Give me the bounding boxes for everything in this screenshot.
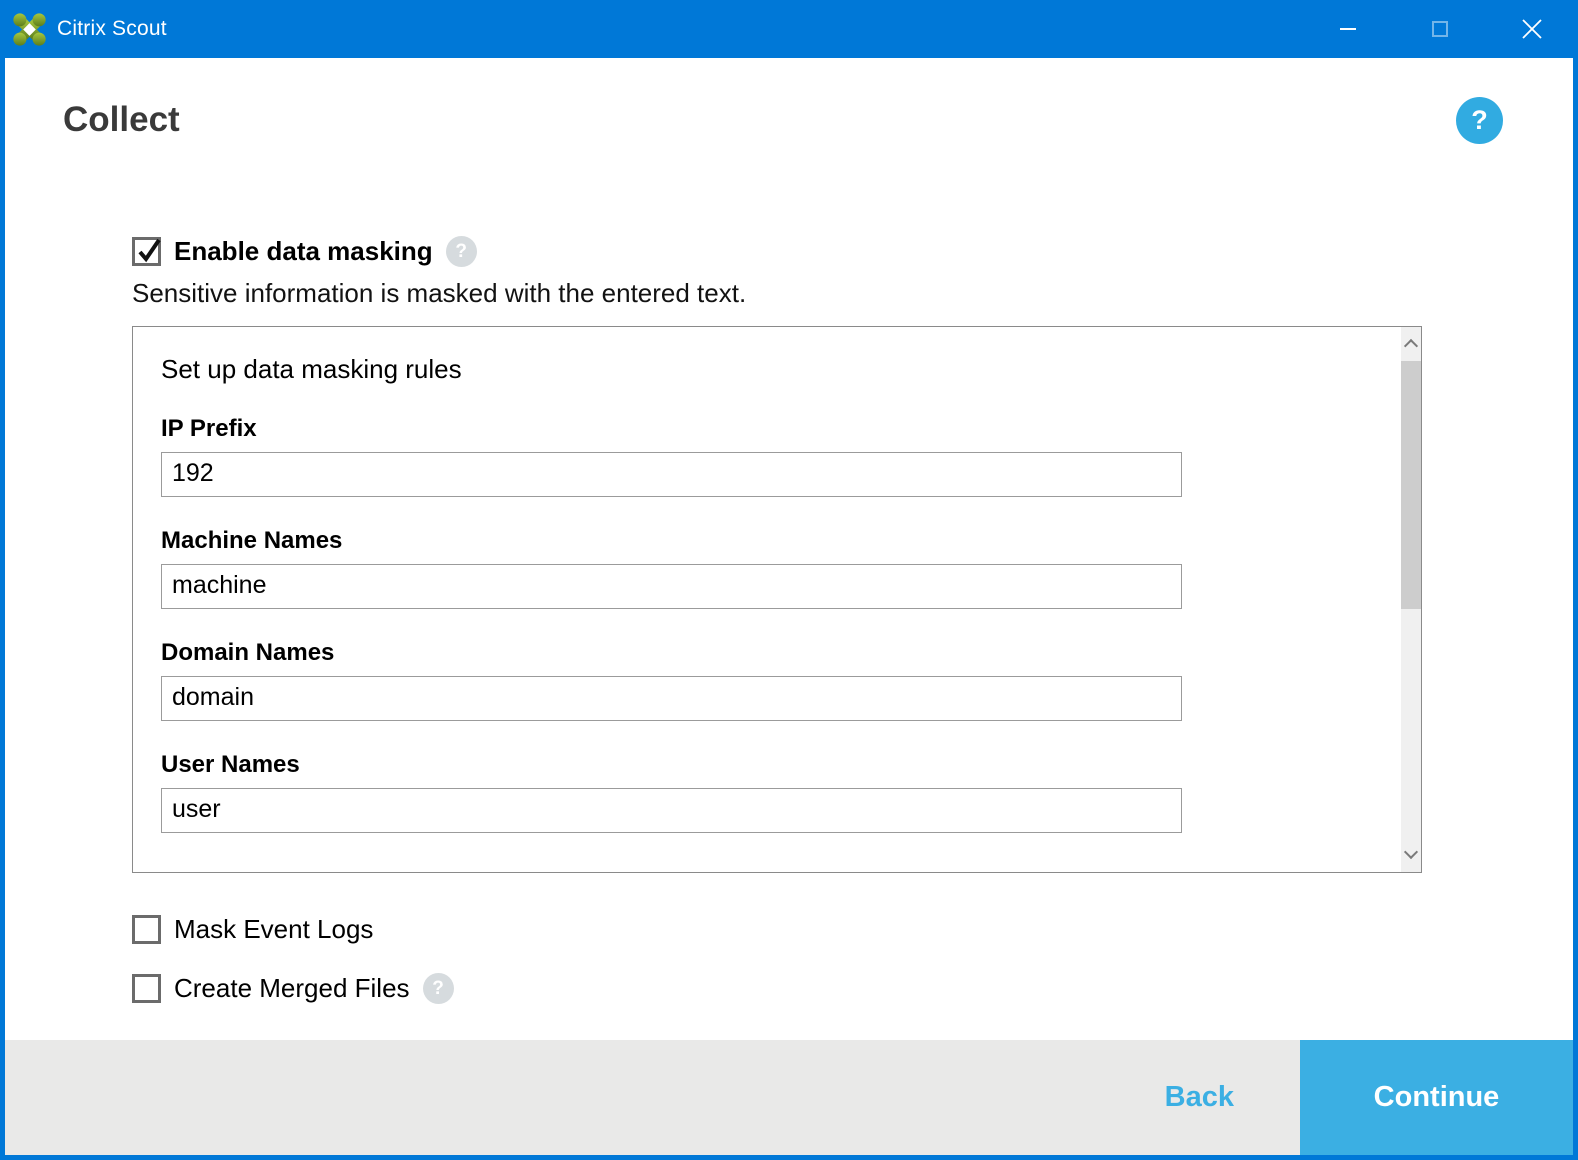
maximize-icon [1432, 21, 1448, 37]
user-names-label: User Names [161, 751, 300, 778]
chevron-down-icon [1403, 844, 1419, 860]
enable-data-masking-help-icon[interactable]: ? [445, 236, 477, 267]
enable-data-masking-row: Enable data masking ? [132, 236, 1422, 267]
close-button[interactable] [1486, 0, 1578, 58]
back-button[interactable]: Back [1165, 1081, 1234, 1114]
window-title: Citrix Scout [57, 17, 167, 40]
enable-data-masking-checkbox[interactable] [132, 237, 161, 266]
citrix-scout-logo-icon [13, 12, 46, 46]
chevron-up-icon [1403, 338, 1419, 354]
masking-rules-panel: Set up data masking rules IP Prefix Mach… [132, 326, 1422, 873]
scrollbar-up-button[interactable] [1401, 327, 1421, 360]
scrollbar-down-button[interactable] [1401, 839, 1421, 872]
panel-scrollbar[interactable] [1401, 327, 1421, 872]
checkmark-icon [138, 238, 161, 263]
maximize-button[interactable] [1394, 0, 1486, 58]
close-icon [1522, 19, 1542, 39]
mask-event-logs-checkbox[interactable] [132, 915, 161, 944]
user-names-input[interactable] [161, 788, 1182, 833]
titlebar: Citrix Scout [0, 0, 1578, 58]
masking-rules-inner: Set up data masking rules IP Prefix Mach… [133, 327, 1421, 833]
create-merged-files-row: Create Merged Files ? [132, 973, 1422, 1004]
scrollbar-thumb[interactable] [1401, 361, 1421, 609]
continue-button[interactable]: Continue [1300, 1040, 1573, 1155]
create-merged-files-label: Create Merged Files [174, 973, 410, 1003]
create-merged-files-help-icon[interactable]: ? [422, 973, 454, 1004]
footer-bar: Back Continue [5, 1040, 1573, 1155]
enable-data-masking-label: Enable data masking [174, 236, 433, 266]
domain-names-label: Domain Names [161, 639, 335, 666]
create-merged-files-checkbox[interactable] [132, 974, 161, 1003]
window-body: Collect ? Enable data masking ? Sensitiv… [0, 58, 1578, 1160]
mask-event-logs-row: Mask Event Logs [132, 914, 1422, 945]
masking-description: Sensitive information is masked with the… [132, 278, 747, 308]
machine-names-input[interactable] [161, 564, 1182, 609]
machine-names-label: Machine Names [161, 527, 343, 554]
page-title: Collect [63, 100, 180, 139]
minimize-icon [1340, 28, 1356, 30]
ip-prefix-input[interactable] [161, 452, 1182, 497]
page-help-icon[interactable]: ? [1456, 97, 1503, 144]
data-masking-section: Enable data masking ? Sensitive informat… [132, 236, 1422, 1004]
domain-names-input[interactable] [161, 676, 1182, 721]
mask-event-logs-label: Mask Event Logs [174, 914, 374, 944]
masking-rules-title: Set up data masking rules [161, 354, 462, 384]
minimize-button[interactable] [1302, 0, 1394, 58]
ip-prefix-label: IP Prefix [161, 415, 257, 442]
